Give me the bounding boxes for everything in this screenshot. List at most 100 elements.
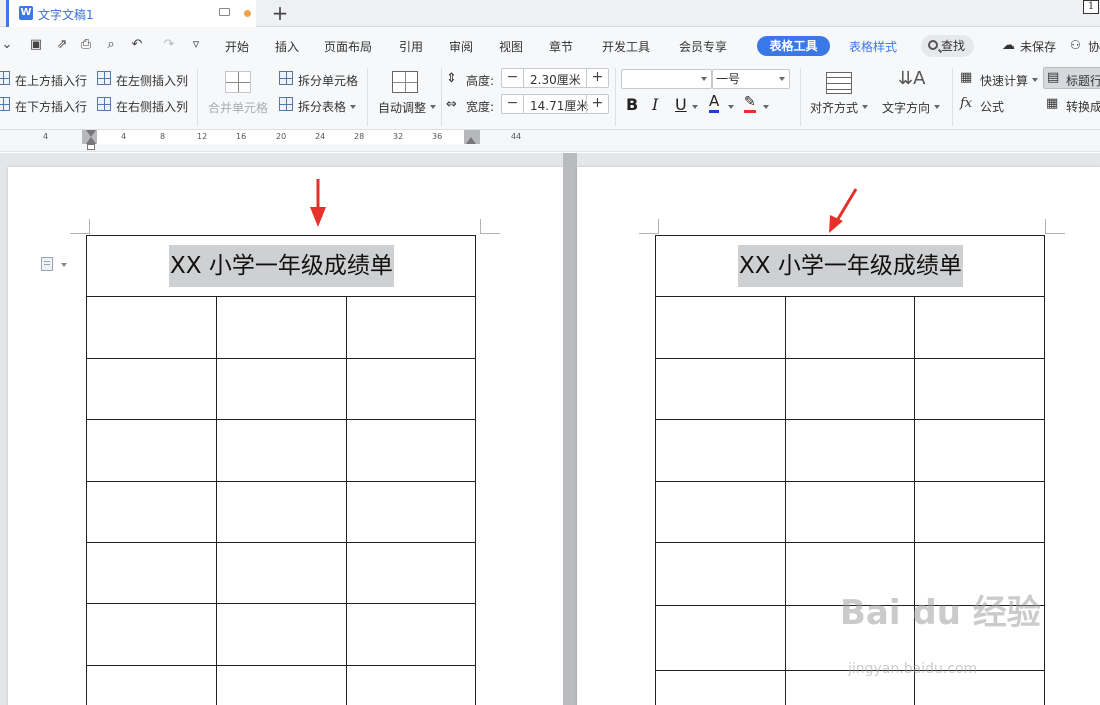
customize-icon[interactable]: ▿ (189, 38, 203, 52)
height-stepper[interactable]: − 2.30厘米 + (501, 68, 609, 88)
title-row-button[interactable]: ▤ 标题行 (1043, 67, 1100, 89)
horizontal-ruler[interactable]: 4 4 8 12 16 20 24 28 32 36 44 (0, 130, 1100, 152)
collab-button[interactable]: 协 (1088, 38, 1100, 55)
table-title[interactable]: XX 小学一年级成绩单 (738, 245, 963, 287)
highlight-pen-icon[interactable]: ✎ (744, 94, 756, 113)
quick-calc-button[interactable]: 快速计算 (980, 72, 1028, 89)
ribbon-toolbar: 在上方插入行 在下方插入行 在左侧插入列 在右侧插入列 合并单元格 拆分单元格 … (0, 64, 1100, 130)
menu-references[interactable]: 引用 (399, 38, 423, 55)
chevron-down-icon[interactable] (728, 105, 734, 109)
formula-button[interactable]: 公式 (980, 98, 1004, 115)
unsaved-status[interactable]: 未保存 (1020, 38, 1056, 55)
menu-developer[interactable]: 开发工具 (602, 38, 650, 55)
font-color-button[interactable]: A (709, 93, 720, 113)
menu-insert[interactable]: 插入 (275, 38, 299, 55)
insert-column-left-button[interactable]: 在左侧插入列 (116, 72, 188, 89)
chevron-down-icon[interactable] (862, 105, 868, 109)
document-workspace[interactable]: XX 小学一年级成绩单 XX 小学一年级成绩单 Bai du 经验 jingya… (0, 153, 1100, 705)
search-button[interactable]: 查找 (921, 35, 974, 57)
insert-row-above-button[interactable]: 在上方插入行 (15, 72, 87, 89)
menu-home[interactable]: 开始 (225, 38, 249, 55)
width-decrease-button[interactable]: − (502, 95, 524, 113)
width-stepper[interactable]: − 14.71厘米 + (501, 94, 609, 114)
chevron-down-icon[interactable] (350, 105, 356, 109)
table-title-cell[interactable]: XX 小学一年级成绩单 (87, 236, 475, 297)
score-table-right[interactable]: XX 小学一年级成绩单 (655, 235, 1045, 705)
chevron-down-icon (701, 77, 707, 81)
crop-mark (70, 219, 90, 234)
menu-review[interactable]: 审阅 (449, 38, 473, 55)
convert-button[interactable]: 转换成 (1066, 98, 1100, 115)
chevron-down-icon[interactable] (934, 105, 940, 109)
chevron-down-icon[interactable] (1032, 78, 1038, 82)
width-value[interactable]: 14.71厘米 (530, 97, 588, 114)
menu-member[interactable]: 会员专享 (679, 38, 727, 55)
chevron-down-icon[interactable] (692, 105, 698, 109)
align-button[interactable]: 对齐方式 (810, 99, 858, 116)
left-indent-marker[interactable] (87, 144, 95, 150)
italic-button[interactable]: I (652, 95, 658, 114)
auto-fit-icon (392, 71, 418, 93)
height-label: 高度: (466, 74, 495, 88)
auto-fit-button[interactable]: 自动调整 (378, 99, 426, 116)
ribbon-separator (367, 68, 368, 126)
chevron-down-icon[interactable] (763, 105, 769, 109)
undo-icon[interactable]: ↶ (130, 38, 144, 52)
split-table-button[interactable]: 拆分表格 (298, 98, 346, 115)
export-icon[interactable]: ⇗ (55, 38, 69, 52)
new-tab-button[interactable]: + (268, 1, 292, 25)
split-cells-button[interactable]: 拆分单元格 (298, 72, 358, 89)
menu-page-layout[interactable]: 页面布局 (324, 38, 372, 55)
ruler-tick: 16 (236, 132, 247, 141)
hanging-indent-marker[interactable] (86, 137, 96, 144)
monitor-icon[interactable] (219, 8, 230, 16)
font-name-select[interactable] (621, 69, 712, 89)
merge-cells-button[interactable]: 合并单元格 (208, 99, 268, 116)
split-cells-icon (279, 71, 293, 85)
table-title-cell[interactable]: XX 小学一年级成绩单 (656, 236, 1044, 297)
page-gap (563, 153, 577, 705)
score-table-left[interactable]: XX 小学一年级成绩单 (86, 235, 476, 705)
document-icon[interactable] (41, 257, 53, 271)
height-value[interactable]: 2.30厘米 (530, 71, 581, 88)
chevron-down-icon[interactable] (430, 105, 436, 109)
insert-column-right-button[interactable]: 在右侧插入列 (116, 98, 188, 115)
ribbon-separator (952, 68, 953, 126)
tab-table-tools[interactable]: 表格工具 (757, 36, 830, 56)
insert-row-above-icon (0, 71, 10, 85)
right-indent-marker[interactable] (466, 137, 476, 144)
width-increase-button[interactable]: + (586, 95, 608, 113)
text-direction-icon: ⇊A (898, 68, 926, 89)
height-increase-button[interactable]: + (586, 69, 608, 87)
crop-mark (639, 219, 659, 234)
title-row-label: 标题行 (1066, 74, 1100, 88)
insert-column-left-icon (97, 71, 111, 85)
underline-button[interactable]: U (675, 95, 687, 114)
row-height-icon: ⇕ (446, 71, 457, 86)
bold-button[interactable]: B (626, 95, 638, 114)
first-line-indent-marker[interactable] (86, 130, 96, 137)
font-size-select[interactable]: 一号 (712, 69, 790, 89)
row-line (656, 481, 1044, 482)
ruler-tick: 12 (197, 132, 208, 141)
save-icon[interactable]: ▣ (29, 38, 43, 52)
menu-view[interactable]: 视图 (499, 38, 523, 55)
print-icon[interactable]: ⎙ (79, 38, 93, 52)
font-size-value: 一号 (716, 72, 741, 86)
row-line (656, 419, 1044, 420)
document-tab[interactable]: W 文字文稿1 (6, 0, 256, 27)
row-line (87, 603, 475, 604)
page-left[interactable]: XX 小学一年级成绩单 (8, 167, 563, 705)
width-label: 宽度: (466, 100, 495, 114)
tab-table-style[interactable]: 表格样式 (849, 38, 897, 55)
chevron-down-icon[interactable] (61, 263, 67, 267)
formula-icon: fx (960, 96, 973, 111)
insert-row-below-button[interactable]: 在下方插入行 (15, 98, 87, 115)
text-direction-button[interactable]: 文字方向 (882, 99, 930, 116)
height-decrease-button[interactable]: − (502, 69, 524, 87)
chevron-down-icon[interactable]: ⌄ (0, 38, 14, 52)
print-preview-icon[interactable]: ⌕ (104, 38, 118, 52)
menu-section[interactable]: 章节 (549, 38, 573, 55)
table-title[interactable]: XX 小学一年级成绩单 (169, 245, 394, 287)
redo-icon[interactable]: ↷ (162, 38, 176, 52)
